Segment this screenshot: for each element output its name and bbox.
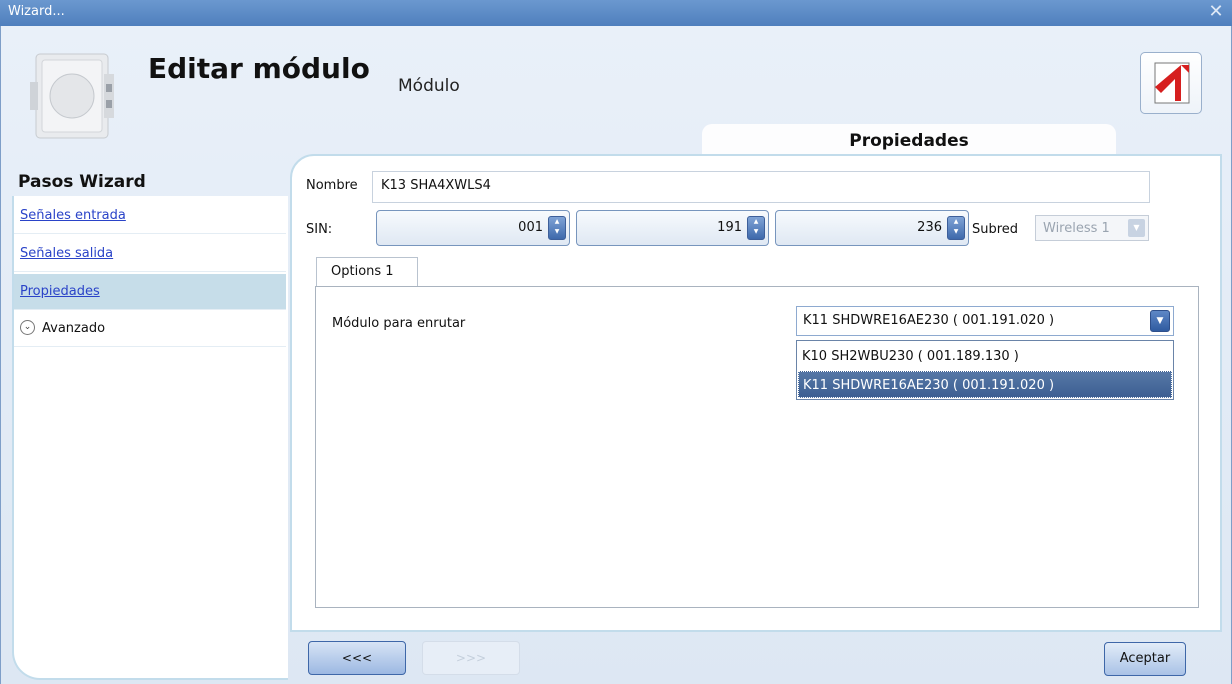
sin-label: SIN:: [306, 222, 333, 237]
nombre-input[interactable]: K13 SHA4XWLS4: [372, 171, 1150, 203]
route-module-value: K11 SHDWRE16AE230 ( 001.191.020 ): [803, 313, 1055, 328]
window-title: Wizard...: [8, 4, 65, 19]
sin-value-1: 001: [518, 220, 543, 235]
subred-label: Subred: [972, 222, 1019, 237]
page-title: Editar módulo: [148, 52, 370, 85]
tab-options-1-label: Options 1: [331, 264, 394, 279]
app-logo-icon[interactable]: [1140, 52, 1202, 114]
nombre-label: Nombre: [306, 178, 358, 193]
back-button[interactable]: <<<: [308, 641, 406, 675]
tab-propiedades-label: Propiedades: [849, 131, 969, 151]
dropdown-arrow-icon: ▼: [1128, 219, 1145, 237]
sidebar-item-label: Avanzado: [42, 321, 106, 336]
dropdown-arrow-icon[interactable]: ▼: [1150, 310, 1170, 332]
sidebar-item-senales-salida[interactable]: Señales salida: [14, 236, 286, 272]
sidebar-title: Pasos Wizard: [18, 172, 146, 192]
spin-up-down-icon[interactable]: ▲ ▼: [947, 216, 965, 240]
sin-value-3: 236: [917, 220, 942, 235]
accept-button[interactable]: Aceptar: [1104, 642, 1186, 676]
subred-value: Wireless 1: [1043, 221, 1110, 236]
route-module-select[interactable]: K11 SHDWRE16AE230 ( 001.191.020 ) ▼: [796, 306, 1174, 336]
device-thumbnail: [30, 53, 114, 139]
sin-field-3[interactable]: 236 ▲ ▼: [775, 210, 969, 246]
page-subtitle: Módulo: [398, 76, 460, 96]
tab-options-1[interactable]: Options 1: [316, 257, 418, 287]
sidebar-item-label[interactable]: Señales entrada: [20, 208, 126, 223]
route-module-label: Módulo para enrutar: [332, 316, 466, 331]
sidebar-item-senales-entrada[interactable]: Señales entrada: [14, 198, 286, 234]
sin-value-2: 191: [717, 220, 742, 235]
dropdown-option-selected[interactable]: K11 SHDWRE16AE230 ( 001.191.020 ): [798, 371, 1172, 398]
route-module-dropdown-list: K10 SH2WBU230 ( 001.189.130 ) K11 SHDWRE…: [796, 340, 1174, 400]
close-icon[interactable]: ✕: [1206, 2, 1226, 22]
sidebar-item-avanzado[interactable]: ⌄ Avanzado: [14, 311, 286, 347]
subred-select: Wireless 1 ▼: [1035, 215, 1149, 241]
spin-up-down-icon[interactable]: ▲ ▼: [747, 216, 765, 240]
dropdown-option[interactable]: K10 SH2WBU230 ( 001.189.130 ): [798, 343, 1172, 370]
sin-field-2[interactable]: 191 ▲ ▼: [576, 210, 769, 246]
next-button: >>>: [422, 641, 520, 675]
app-logo-graphic: [1154, 62, 1190, 104]
tab-propiedades: Propiedades: [702, 124, 1116, 154]
sidebar-item-propiedades[interactable]: Propiedades: [14, 274, 286, 310]
expand-icon[interactable]: ⌄: [20, 320, 35, 335]
sidebar-item-label[interactable]: Propiedades: [20, 284, 100, 299]
sidebar-item-label[interactable]: Señales salida: [20, 246, 113, 261]
sin-field-1[interactable]: 001 ▲ ▼: [376, 210, 570, 246]
title-bar: Wizard... ✕: [0, 0, 1232, 26]
spin-up-down-icon[interactable]: ▲ ▼: [548, 216, 566, 240]
